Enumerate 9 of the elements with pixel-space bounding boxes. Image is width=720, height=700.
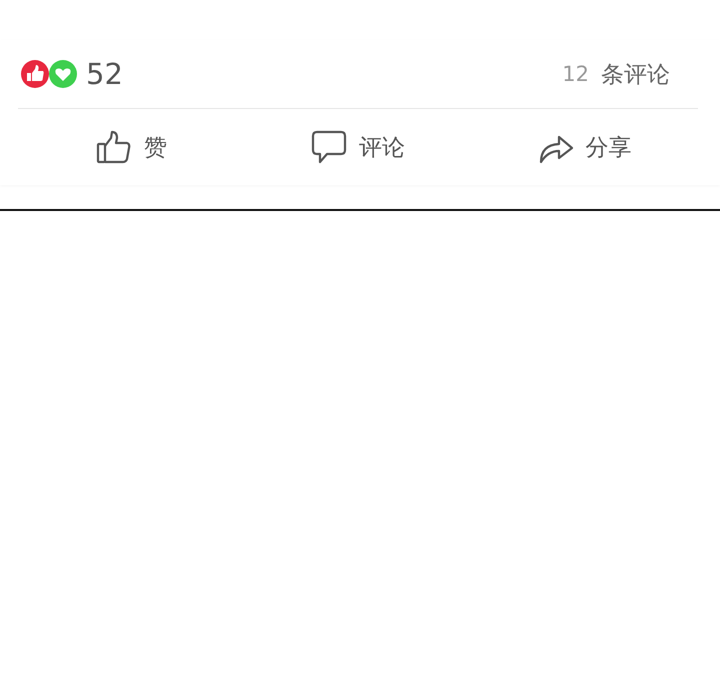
comment-count: 12 — [562, 62, 589, 86]
thumbs-up-icon — [96, 129, 132, 165]
share-button[interactable]: 分享 — [471, 123, 698, 171]
comment-count-label: 条评论 — [601, 60, 670, 90]
reaction-count: 52 — [86, 57, 123, 91]
reaction-icons — [20, 59, 78, 89]
speech-bubble-icon — [311, 129, 347, 165]
like-button[interactable]: 赞 — [18, 123, 245, 171]
comment-button[interactable]: 评论 — [244, 123, 472, 171]
